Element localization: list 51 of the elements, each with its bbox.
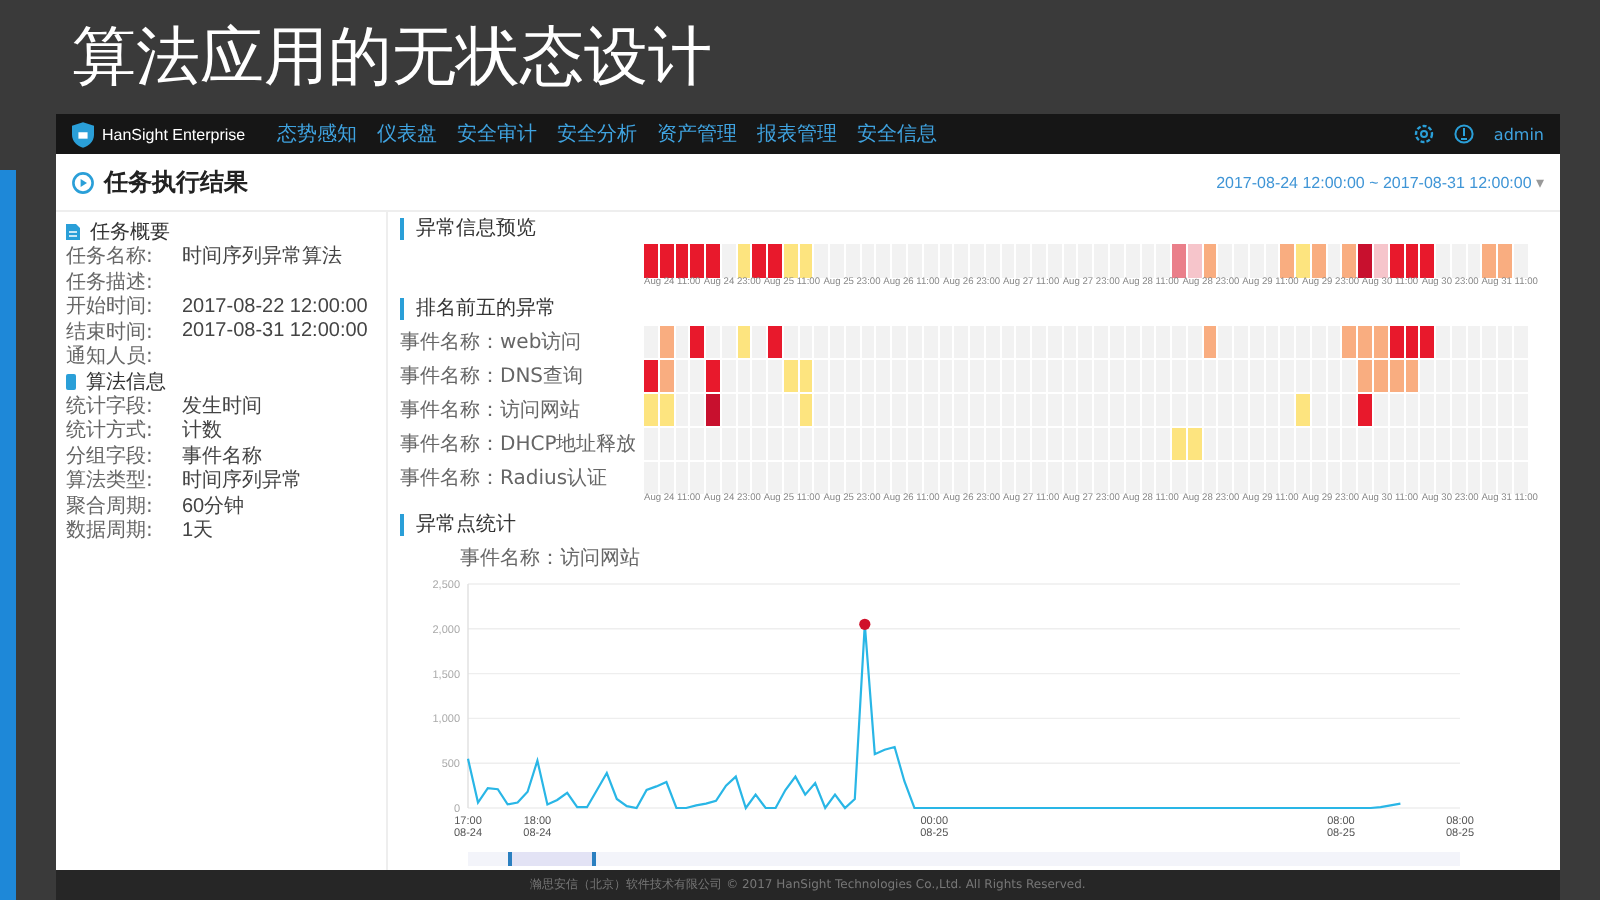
brand-name: HanSight Enterprise: [102, 125, 246, 143]
section-title: 异常点统计: [400, 514, 1528, 536]
field-label: 通知人员:: [66, 343, 155, 371]
slide-title: 算法应用的无状态设计: [70, 16, 714, 98]
field-value: 时间序列异常算法: [182, 243, 342, 271]
event-name-label: 事件名称：web访问: [400, 329, 584, 355]
field-label: 结束时间:: [66, 319, 155, 345]
nav-item[interactable]: 仪表盘: [377, 120, 438, 148]
field-label: 聚合周期:: [66, 493, 155, 519]
event-name-label: 事件名称：DNS查询: [400, 363, 586, 389]
field-label: 算法类型:: [66, 467, 155, 495]
field-value: 发生时间: [182, 393, 262, 419]
field-label: 统计方式:: [66, 417, 155, 445]
event-name-label: 事件名称：访问网站: [400, 397, 582, 423]
settings-icon[interactable]: [1413, 124, 1434, 144]
peak-marker: [859, 618, 871, 630]
nav-item[interactable]: 安全分析: [557, 120, 638, 148]
nav-item[interactable]: 态势感知: [277, 120, 358, 148]
zoom-window[interactable]: [507, 852, 597, 866]
field-value: 2017-08-22 12:00:00: [182, 295, 368, 318]
field-value: 计数: [182, 417, 222, 445]
field-value: 事件名称: [182, 443, 262, 469]
bar-icon: [66, 373, 76, 389]
section-title: 算法信息: [86, 369, 166, 395]
nav-item[interactable]: 安全信息: [857, 120, 938, 148]
page-title: 任务执行结果: [104, 165, 248, 199]
section-title: 排名前五的异常: [400, 298, 1528, 320]
field-value: 1天: [182, 518, 214, 545]
nav-item[interactable]: 资产管理: [657, 120, 738, 148]
field-label: 统计字段:: [66, 393, 155, 419]
field-label: 任务描述:: [66, 269, 155, 295]
user-name[interactable]: admin: [1493, 125, 1544, 143]
shield-logo-icon: [72, 121, 94, 147]
field-label: 分组字段:: [66, 443, 155, 469]
nav-item[interactable]: 报表管理: [757, 120, 838, 148]
field-label: 数据周期:: [66, 517, 155, 545]
field-label: 开始时间:: [66, 293, 155, 321]
zoom-slider[interactable]: [468, 852, 1460, 866]
field-value: 2017-08-31 12:00:00: [182, 320, 368, 343]
play-circle-icon: [72, 171, 94, 193]
field-value: 时间序列异常: [182, 467, 302, 495]
section-title: 异常信息预览: [400, 218, 1528, 240]
field-label: 任务名称:: [66, 244, 155, 271]
section-title: 任务概要: [90, 219, 170, 246]
date-range-picker[interactable]: 2017-08-24 12:00:00 ~ 2017-08-31 12:00:00 ▾: [1216, 173, 1544, 191]
event-name-label: 事件名称：Radius认证: [400, 465, 610, 491]
document-icon: [66, 224, 80, 240]
nav-item[interactable]: 安全审计: [457, 120, 538, 148]
field-value: 60分钟: [182, 493, 245, 520]
chart-title: 事件名称：访问网站: [460, 545, 642, 572]
event-name-label: 事件名称：DHCP地址释放: [400, 431, 639, 457]
